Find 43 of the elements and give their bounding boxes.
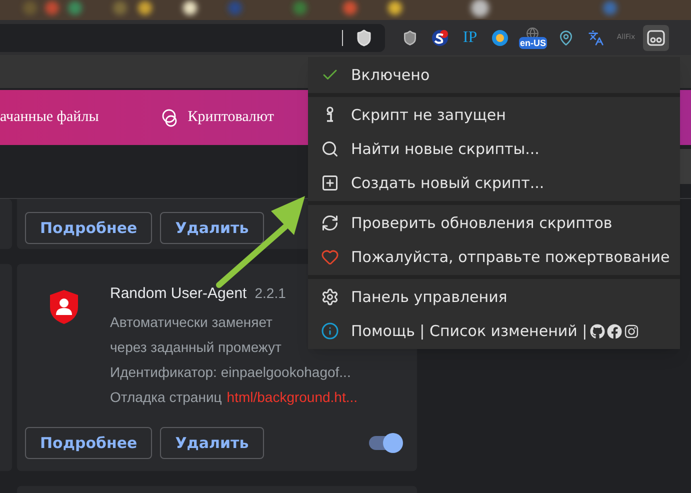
menu-item[interactable]: Помощь | Список изменений |	[308, 314, 680, 348]
extension-button[interactable]: IP	[457, 24, 483, 50]
menu-item[interactable]: Скрипт не запущен	[308, 98, 680, 132]
extension-title: Random User-Agent	[110, 284, 247, 304]
toggle-switch[interactable]	[369, 436, 401, 450]
ip-icon: IP	[462, 26, 478, 50]
menu-item[interactable]: Найти новые скрипты...	[308, 132, 680, 166]
debug-link[interactable]: html/background.ht...	[226, 385, 358, 410]
coins-icon	[160, 108, 179, 126]
extension-button[interactable]: en-US	[517, 24, 549, 50]
instagram-icon[interactable]	[624, 324, 640, 338]
settings-icon	[320, 288, 338, 306]
card-button[interactable]: Удалить	[160, 212, 264, 244]
shield-icon	[402, 30, 418, 46]
refresh-icon	[320, 214, 338, 232]
card-button[interactable]: Удалить	[160, 427, 264, 459]
extension-version: 2.2.1	[254, 284, 286, 303]
description-line: через заданный промежут	[110, 338, 282, 357]
extension-button[interactable]	[643, 24, 669, 50]
card-button[interactable]: Подробнее	[25, 427, 152, 459]
nav-link[interactable]: Криптовалют	[188, 106, 274, 129]
locale-badge: en-US	[518, 36, 547, 48]
card-button[interactable]: Подробнее	[25, 212, 152, 244]
menu-item[interactable]: Панель управления	[308, 280, 680, 314]
menu-item[interactable]: Пожалуйста, отправьте пожертвование	[308, 240, 680, 274]
user-shield-icon	[48, 289, 78, 325]
debug-label: Отладка страниц	[110, 388, 222, 407]
info-icon	[320, 322, 338, 340]
heart-icon	[320, 248, 338, 266]
menu-item[interactable]: Создать новый скрипт...	[308, 166, 680, 200]
menu-item[interactable]: Проверить обновления скриптов	[308, 206, 680, 240]
translate-icon	[588, 30, 604, 46]
description-line: Автоматически заменяет	[110, 313, 272, 332]
s-logo-icon	[431, 28, 449, 46]
nav-link[interactable]: ачанные файлы	[0, 106, 99, 129]
github-icon[interactable]	[590, 324, 606, 338]
extension-id: Идентификатор: einpaelgookohagof...	[110, 363, 351, 382]
facebook-icon[interactable]	[607, 324, 622, 338]
glasses-icon	[647, 30, 665, 46]
pin-icon	[558, 30, 574, 46]
plus-square-icon	[320, 174, 338, 192]
search-icon	[320, 140, 338, 158]
menu-item[interactable]: Включено	[308, 58, 680, 92]
